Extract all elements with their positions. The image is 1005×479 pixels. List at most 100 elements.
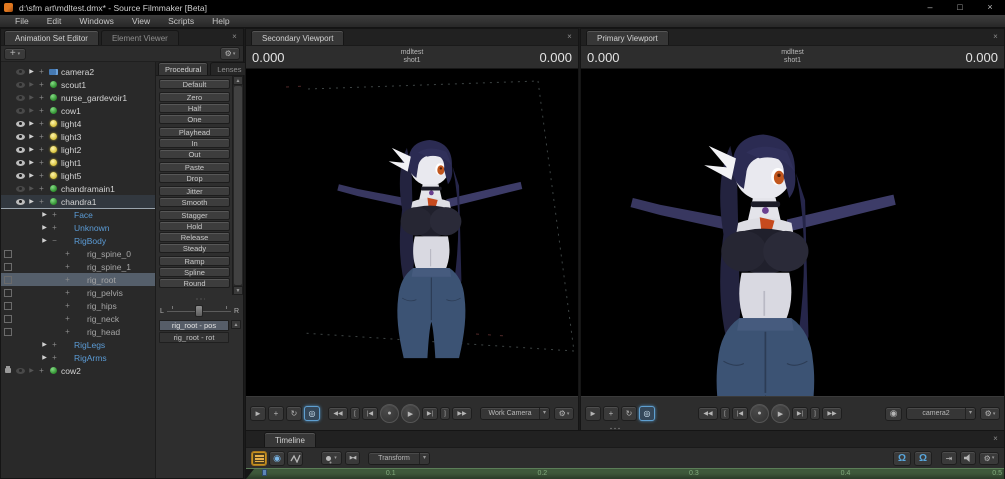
panel-close-icon[interactable]: × [990, 31, 1001, 42]
tree-item[interactable]: light1 [1, 156, 155, 169]
expand-toggle-icon[interactable] [37, 197, 46, 206]
expand-toggle-icon[interactable] [63, 327, 72, 336]
clip-out-button[interactable]: ] [810, 407, 820, 420]
flag-arrow-icon[interactable] [26, 185, 37, 192]
viewport-settings-button[interactable]: ⚙ ▾ [554, 407, 574, 420]
move-tool-button[interactable]: + [268, 406, 284, 421]
move-tool-button[interactable]: + [603, 406, 619, 421]
expand-toggle-icon[interactable] [37, 184, 46, 193]
camera-orbit-button[interactable]: ◎ [639, 406, 655, 421]
add-animation-set-button[interactable]: + ▾ [4, 47, 26, 60]
expand-toggle-icon[interactable] [50, 236, 59, 245]
preset-scrollbar[interactable]: ▲ ▼ [232, 76, 243, 295]
channel-row[interactable]: rig_root - rot [159, 332, 229, 343]
tree-item[interactable]: rig_spine_1 [1, 260, 155, 273]
pointer-tool-button[interactable]: ► [585, 406, 601, 421]
flag-arrow-icon[interactable] [26, 94, 37, 101]
visibility-eye-icon[interactable] [14, 158, 26, 167]
timeline-settings-button[interactable]: ⚙ ▾ [979, 451, 999, 465]
tab-timeline[interactable]: Timeline [264, 432, 316, 447]
preset-button[interactable]: In [159, 138, 230, 148]
visibility-eye-icon[interactable] [14, 197, 26, 206]
visibility-eye-icon[interactable] [14, 145, 26, 154]
lock-or-checkbox-icon[interactable] [3, 275, 13, 284]
preset-button[interactable]: Out [159, 149, 230, 159]
film-reel-button[interactable]: ◉ [885, 406, 902, 421]
expand-toggle-icon[interactable] [37, 80, 46, 89]
scrollbar-thumb[interactable] [234, 86, 242, 285]
flag-arrow-icon[interactable] [39, 354, 50, 361]
preset-button[interactable]: Stagger [159, 210, 230, 220]
tab-secondary-viewport[interactable]: Secondary Viewport [251, 30, 345, 45]
flag-arrow-icon[interactable] [26, 146, 37, 153]
audio-mute-button[interactable] [960, 451, 976, 465]
expand-toggle-icon[interactable] [63, 301, 72, 310]
lock-or-checkbox-icon[interactable] [3, 301, 13, 310]
preset-button[interactable]: Release [159, 232, 230, 242]
visibility-eye-icon[interactable] [14, 132, 26, 141]
menu-item[interactable]: View [123, 15, 159, 27]
tree-item[interactable]: rig_spine_0 [1, 247, 155, 260]
tree-item[interactable]: rig_head [1, 325, 155, 338]
flag-arrow-icon[interactable] [39, 224, 50, 231]
maximize-button[interactable]: □ [945, 1, 975, 15]
tree-item[interactable]: RigArms [1, 351, 155, 364]
flag-arrow-icon[interactable] [26, 107, 37, 114]
flag-arrow-icon[interactable] [26, 367, 37, 374]
expand-toggle-icon[interactable] [37, 366, 46, 375]
preset-blend-slider[interactable]: L R [156, 303, 243, 319]
tree-item[interactable]: Unknown [1, 221, 155, 234]
snap-button[interactable]: Ω [893, 450, 911, 466]
preset-button[interactable]: Zero [159, 92, 230, 102]
preset-button[interactable]: Steady [159, 243, 230, 253]
channel-row[interactable]: rig_root - pos [159, 320, 229, 331]
expand-toggle-icon[interactable] [63, 314, 72, 323]
clip-in-button[interactable]: [ [720, 407, 730, 420]
splitter-handle[interactable] [156, 295, 243, 303]
viewport-settings-button[interactable]: ⚙ ▾ [980, 407, 1000, 420]
pointer-tool-button[interactable]: ► [250, 406, 266, 421]
clip-in-button[interactable]: [ [350, 407, 360, 420]
tree-item[interactable]: RigLegs [1, 338, 155, 351]
expand-toggle-icon[interactable] [50, 353, 59, 362]
expand-toggle-icon[interactable] [37, 106, 46, 115]
menu-item[interactable]: Windows [70, 15, 122, 27]
preset-button[interactable]: Hold [159, 221, 230, 231]
expand-toggle-icon[interactable] [63, 262, 72, 271]
flag-arrow-icon[interactable] [26, 120, 37, 127]
clip-out-button[interactable]: ] [440, 407, 450, 420]
fast-forward-button[interactable]: ▶▶ [822, 407, 842, 420]
pin-playhead-button[interactable]: ▾ [321, 451, 342, 465]
camera-orbit-button[interactable]: ◎ [304, 406, 320, 421]
lock-or-checkbox-icon[interactable] [3, 314, 13, 323]
flag-arrow-icon[interactable] [39, 237, 50, 244]
panel-close-icon[interactable]: × [990, 433, 1001, 444]
play-button[interactable]: ▶ [401, 404, 420, 423]
play-button[interactable]: ▶ [771, 404, 790, 423]
tree-item[interactable]: rig_neck [1, 312, 155, 325]
rotate-tool-button[interactable]: ↻ [286, 406, 302, 421]
tree-item[interactable]: rig_pelvis [1, 286, 155, 299]
lock-or-checkbox-icon[interactable] [3, 288, 13, 297]
expand-toggle-icon[interactable] [63, 288, 72, 297]
scroll-down-icon[interactable]: ▼ [233, 286, 243, 295]
flag-arrow-icon[interactable] [26, 81, 37, 88]
record-button[interactable]: ● [380, 404, 399, 423]
visibility-eye-icon[interactable] [14, 106, 26, 115]
playhead-marker[interactable] [262, 469, 267, 476]
rewind-button[interactable]: ◀◀ [328, 407, 348, 420]
graph-editor-button[interactable] [287, 450, 303, 466]
lock-or-checkbox-icon[interactable] [3, 327, 13, 336]
flag-arrow-icon[interactable] [26, 68, 37, 75]
flag-arrow-icon[interactable] [26, 172, 37, 179]
flag-arrow-icon[interactable] [26, 159, 37, 166]
close-button[interactable]: × [975, 1, 1005, 15]
visibility-eye-icon[interactable] [14, 93, 26, 102]
preset-button[interactable]: Paste [159, 162, 230, 172]
tree-item[interactable]: RigBody [1, 234, 155, 247]
preset-button[interactable]: Ramp [159, 256, 230, 266]
slider-handle[interactable] [194, 304, 203, 317]
character-model[interactable] [626, 107, 898, 396]
visibility-eye-icon[interactable] [14, 67, 26, 76]
preset-button[interactable]: Spline [159, 267, 230, 277]
